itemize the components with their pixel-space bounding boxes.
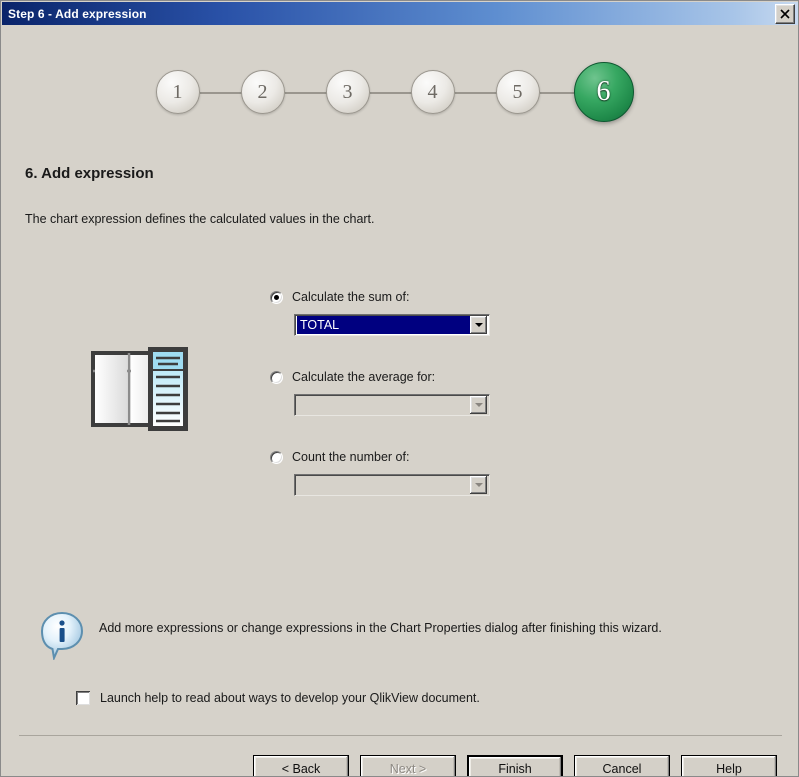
info-note: Add more expressions or change expressio… bbox=[38, 610, 768, 662]
expression-options: Calculate the sum of: TOTAL Calculate th… bbox=[270, 288, 570, 528]
footer-separator bbox=[19, 735, 782, 736]
dialog-body: 1 2 3 4 5 6 6. Add expression The chart … bbox=[2, 25, 798, 776]
option-sum: Calculate the sum of: TOTAL bbox=[270, 288, 570, 368]
step-label-1: 1 bbox=[172, 80, 183, 103]
count-field-dropdown-arrow[interactable] bbox=[470, 476, 487, 494]
step-indicator: 1 2 3 4 5 6 bbox=[2, 58, 798, 128]
launch-help-label: Launch help to read about ways to develo… bbox=[100, 691, 480, 705]
chevron-down-icon bbox=[474, 323, 483, 327]
option-average: Calculate the average for: bbox=[270, 368, 570, 448]
chevron-down-icon bbox=[474, 403, 483, 407]
back-button[interactable]: < Back bbox=[253, 755, 349, 776]
average-field-combobox[interactable] bbox=[294, 394, 490, 416]
step-label-2: 2 bbox=[257, 80, 268, 103]
step-circle-2[interactable]: 2 bbox=[240, 70, 285, 114]
close-icon bbox=[780, 8, 790, 19]
next-button: Next > bbox=[360, 755, 456, 776]
info-note-text: Add more expressions or change expressio… bbox=[99, 621, 662, 635]
help-button[interactable]: Help bbox=[681, 755, 777, 776]
sum-field-value: TOTAL bbox=[297, 316, 470, 334]
radio-count-indicator[interactable] bbox=[270, 450, 283, 464]
title-bar: Step 6 - Add expression bbox=[2, 2, 798, 25]
step-circle-3[interactable]: 3 bbox=[325, 70, 370, 114]
step-label-6: 6 bbox=[596, 76, 611, 107]
step-connector-1-2 bbox=[199, 92, 242, 94]
radio-count-label: Count the number of: bbox=[292, 450, 410, 464]
launch-help-checkbox[interactable]: Launch help to read about ways to develo… bbox=[76, 691, 480, 705]
radio-average-label: Calculate the average for: bbox=[292, 370, 436, 384]
count-field-value bbox=[297, 476, 470, 494]
step-connector-4-5 bbox=[454, 92, 497, 94]
radio-sum[interactable]: Calculate the sum of: bbox=[270, 288, 570, 306]
option-count: Count the number of: bbox=[270, 448, 570, 528]
average-field-dropdown-arrow[interactable] bbox=[470, 396, 487, 414]
finish-button[interactable]: Finish bbox=[467, 755, 563, 776]
step-label-5: 5 bbox=[512, 80, 523, 103]
cancel-button[interactable]: Cancel bbox=[574, 755, 670, 776]
count-field-combobox[interactable] bbox=[294, 474, 490, 496]
footer-buttons: < Back Next > Finish Cancel Help bbox=[2, 755, 798, 776]
radio-average[interactable]: Calculate the average for: bbox=[270, 368, 570, 386]
page-description: The chart expression defines the calcula… bbox=[25, 212, 375, 226]
step-circle-5[interactable]: 5 bbox=[495, 70, 540, 114]
step-circle-6[interactable]: 6 bbox=[573, 62, 634, 122]
wizard-dialog: Step 6 - Add expression 1 2 3 4 5 6 6. A… bbox=[0, 0, 799, 777]
radio-sum-label: Calculate the sum of: bbox=[292, 290, 410, 304]
average-field-value bbox=[297, 396, 470, 414]
step-circle-1[interactable]: 1 bbox=[155, 70, 200, 114]
close-button[interactable] bbox=[775, 3, 795, 24]
sum-field-dropdown-arrow[interactable] bbox=[470, 316, 487, 334]
radio-count[interactable]: Count the number of: bbox=[270, 448, 570, 466]
window-title: Step 6 - Add expression bbox=[8, 6, 147, 21]
step-indicator-track: 1 2 3 4 5 6 bbox=[155, 58, 646, 128]
step-connector-5-6 bbox=[539, 92, 574, 94]
step-connector-3-4 bbox=[369, 92, 412, 94]
chart-table-illustration bbox=[88, 335, 208, 435]
radio-sum-indicator[interactable] bbox=[270, 290, 283, 304]
chevron-down-icon bbox=[474, 483, 483, 487]
step-label-4: 4 bbox=[427, 80, 438, 103]
info-balloon-icon bbox=[38, 610, 86, 662]
page-title: 6. Add expression bbox=[25, 165, 154, 182]
step-label-3: 3 bbox=[342, 80, 353, 103]
sum-field-combobox[interactable]: TOTAL bbox=[294, 314, 490, 336]
step-connector-2-3 bbox=[284, 92, 327, 94]
radio-average-indicator[interactable] bbox=[270, 370, 283, 384]
step-circle-4[interactable]: 4 bbox=[410, 70, 455, 114]
launch-help-checkbox-box[interactable] bbox=[76, 691, 90, 705]
